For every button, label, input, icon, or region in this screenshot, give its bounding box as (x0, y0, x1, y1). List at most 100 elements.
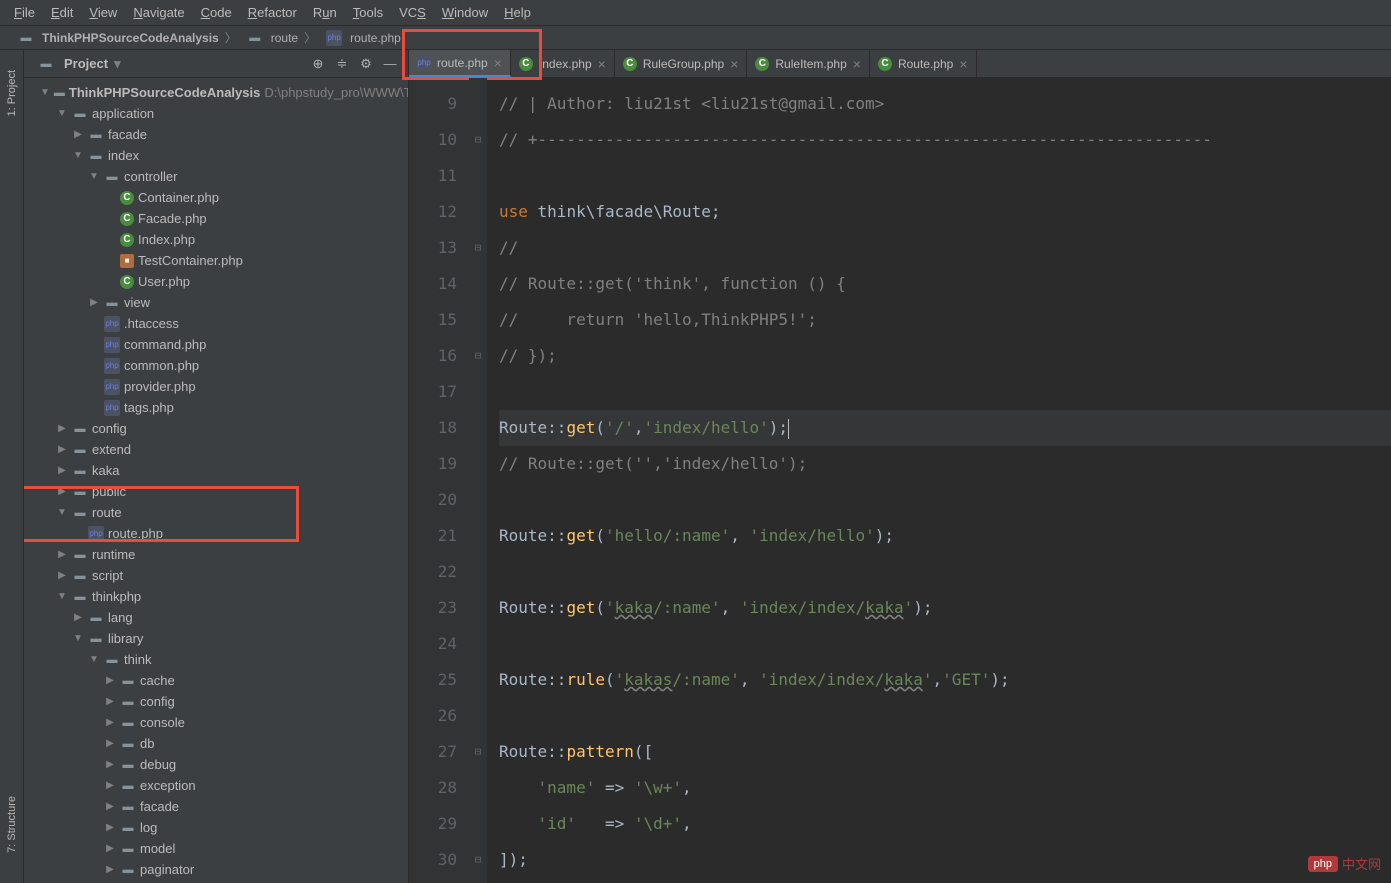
tree-item-controller[interactable]: ▼▬controller (24, 166, 408, 187)
tree-arrow-icon[interactable]: ▶ (104, 696, 116, 707)
tree-arrow-icon[interactable]: ▼ (88, 171, 100, 182)
hide-icon[interactable]: — (382, 56, 398, 72)
tree-item-testcontainer-php[interactable]: ■TestContainer.php (24, 250, 408, 271)
tree-arrow-icon[interactable]: ▶ (104, 780, 116, 791)
close-icon[interactable]: × (959, 56, 967, 72)
fold-marker[interactable]: ⊟ (469, 230, 487, 266)
breadcrumb-folder[interactable]: ▬ route (239, 30, 302, 46)
breadcrumb-root[interactable]: ▬ ThinkPHPSourceCodeAnalysis (10, 30, 223, 46)
fold-marker[interactable] (469, 266, 487, 302)
tree-item-script[interactable]: ▶▬script (24, 565, 408, 586)
tree-item--htaccess[interactable]: php.htaccess (24, 313, 408, 334)
tree-item-index-php[interactable]: CIndex.php (24, 229, 408, 250)
menu-help[interactable]: Help (496, 2, 539, 23)
tree-item-kaka[interactable]: ▶▬kaka (24, 460, 408, 481)
code-editor[interactable]: 9101112131415161718192021222324252627282… (409, 78, 1391, 883)
tree-item-container-php[interactable]: CContainer.php (24, 187, 408, 208)
tree-arrow-icon[interactable]: ▼ (40, 87, 50, 98)
fold-marker[interactable] (469, 662, 487, 698)
tree-arrow-icon[interactable]: ▶ (104, 843, 116, 854)
tab-index-php[interactable]: CIndex.php× (511, 50, 615, 77)
tree-item-log[interactable]: ▶▬log (24, 817, 408, 838)
tree-item-command-php[interactable]: phpcommand.php (24, 334, 408, 355)
tab-route-php[interactable]: phproute.php× (409, 50, 511, 77)
fold-marker[interactable]: ⊟ (469, 338, 487, 374)
tree-item-paginator[interactable]: ▶▬paginator (24, 859, 408, 880)
tab-ruleitem-php[interactable]: CRuleItem.php× (747, 50, 870, 77)
tree-item-cache[interactable]: ▶▬cache (24, 670, 408, 691)
tree-arrow-icon[interactable]: ▶ (56, 423, 68, 434)
fold-marker[interactable]: ⊟ (469, 842, 487, 878)
fold-marker[interactable] (469, 590, 487, 626)
fold-marker[interactable] (469, 806, 487, 842)
structure-tool-tab[interactable]: 7: Structure (6, 796, 18, 853)
tree-arrow-icon[interactable]: ▶ (104, 675, 116, 686)
menu-file[interactable]: File (6, 2, 43, 23)
close-icon[interactable]: × (598, 56, 606, 72)
tree-item-exception[interactable]: ▶▬exception (24, 775, 408, 796)
code-content[interactable]: // | Author: liu21st <liu21st@gmail.com>… (487, 78, 1391, 883)
tree-arrow-icon[interactable]: ▶ (56, 549, 68, 560)
tree-item-user-php[interactable]: CUser.php (24, 271, 408, 292)
tree-arrow-icon[interactable]: ▼ (56, 591, 68, 602)
fold-marker[interactable] (469, 86, 487, 122)
tree-arrow-icon[interactable]: ▶ (56, 570, 68, 581)
tree-item-facade[interactable]: ▶▬facade (24, 796, 408, 817)
tree-arrow-icon[interactable]: ▼ (56, 108, 68, 119)
fold-marker[interactable] (469, 770, 487, 806)
tree-arrow-icon[interactable]: ▶ (72, 129, 84, 140)
collapse-icon[interactable]: ≑ (334, 56, 350, 72)
tree-arrow-icon[interactable]: ▶ (72, 612, 84, 623)
fold-marker[interactable] (469, 446, 487, 482)
tree-arrow-icon[interactable]: ▼ (56, 507, 68, 518)
tree-item-think[interactable]: ▼▬think (24, 649, 408, 670)
tree-item-index[interactable]: ▼▬index (24, 145, 408, 166)
tree-item-thinkphp[interactable]: ▼▬thinkphp (24, 586, 408, 607)
locate-icon[interactable]: ⊕ (310, 56, 326, 72)
tree-item-application[interactable]: ▼▬application (24, 103, 408, 124)
fold-marker[interactable] (469, 518, 487, 554)
tree-arrow-icon[interactable]: ▶ (104, 801, 116, 812)
tab-route-php[interactable]: CRoute.php× (870, 50, 977, 77)
close-icon[interactable]: × (494, 55, 502, 71)
tree-item-common-php[interactable]: phpcommon.php (24, 355, 408, 376)
close-icon[interactable]: × (730, 56, 738, 72)
tree-item-lang[interactable]: ▶▬lang (24, 607, 408, 628)
tree-item-public[interactable]: ▶▬public (24, 481, 408, 502)
tree-item-route-php[interactable]: phproute.php (24, 523, 408, 544)
menu-edit[interactable]: Edit (43, 2, 81, 23)
tree-arrow-icon[interactable]: ▶ (104, 864, 116, 875)
fold-marker[interactable] (469, 482, 487, 518)
tree-arrow-icon[interactable]: ▼ (88, 654, 100, 665)
tree-item-facade-php[interactable]: CFacade.php (24, 208, 408, 229)
tree-item-tags-php[interactable]: phptags.php (24, 397, 408, 418)
tree-item-facade[interactable]: ▶▬facade (24, 124, 408, 145)
menu-refactor[interactable]: Refactor (240, 2, 305, 23)
fold-marker[interactable] (469, 158, 487, 194)
fold-marker[interactable] (469, 410, 487, 446)
project-tree[interactable]: ▼▬ThinkPHPSourceCodeAnalysisD:\phpstudy_… (24, 78, 408, 883)
menu-tools[interactable]: Tools (345, 2, 391, 23)
tree-item-extend[interactable]: ▶▬extend (24, 439, 408, 460)
tree-item-view[interactable]: ▶▬view (24, 292, 408, 313)
tree-arrow-icon[interactable]: ▶ (56, 444, 68, 455)
tree-item-provider-php[interactable]: phpprovider.php (24, 376, 408, 397)
tree-arrow-icon[interactable]: ▶ (104, 759, 116, 770)
tree-arrow-icon[interactable]: ▶ (56, 465, 68, 476)
tab-rulegroup-php[interactable]: CRuleGroup.php× (615, 50, 748, 77)
close-icon[interactable]: × (853, 56, 861, 72)
fold-marker[interactable]: ⊟ (469, 122, 487, 158)
menu-navigate[interactable]: Navigate (125, 2, 192, 23)
tree-item-db[interactable]: ▶▬db (24, 733, 408, 754)
tree-item-debug[interactable]: ▶▬debug (24, 754, 408, 775)
tree-arrow-icon[interactable]: ▶ (104, 717, 116, 728)
menu-code[interactable]: Code (193, 2, 240, 23)
tree-arrow-icon[interactable]: ▶ (104, 822, 116, 833)
fold-marker[interactable]: ⊟ (469, 734, 487, 770)
settings-icon[interactable]: ⚙ (358, 56, 374, 72)
fold-marker[interactable] (469, 554, 487, 590)
tree-item-console[interactable]: ▶▬console (24, 712, 408, 733)
tree-item-thinkphpsourcecodeanalysis[interactable]: ▼▬ThinkPHPSourceCodeAnalysisD:\phpstudy_… (24, 82, 408, 103)
project-tool-tab[interactable]: 1: Project (6, 70, 18, 116)
tree-arrow-icon[interactable]: ▼ (72, 633, 84, 644)
